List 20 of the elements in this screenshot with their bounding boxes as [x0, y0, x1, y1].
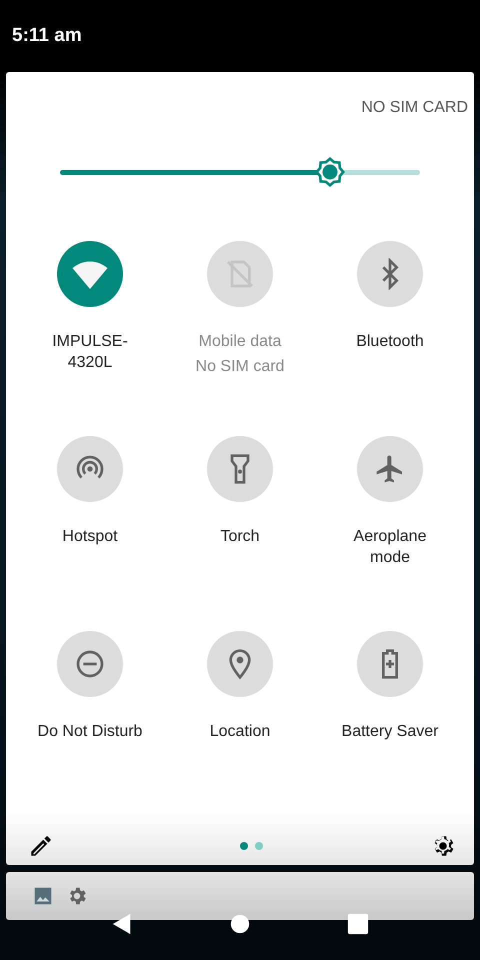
minus-circle-icon: [74, 648, 106, 680]
brightness-thumb[interactable]: [314, 156, 346, 188]
tile-label: Torch: [219, 527, 261, 547]
status-time: 5:11 am: [12, 25, 82, 47]
tile-label: Mobile data: [198, 332, 282, 352]
image-icon: [32, 885, 54, 907]
tile-label: Bluetooth: [355, 332, 425, 352]
home-icon[interactable]: [229, 912, 251, 936]
tile-label: Location: [208, 722, 272, 742]
carrier-label: NO SIM CARD: [361, 99, 468, 117]
tile-label: Battery Saver: [340, 722, 440, 742]
tile-label: Aeroplane mode: [352, 527, 428, 568]
recents-icon[interactable]: [347, 912, 369, 936]
tile-label: Hotspot: [61, 527, 119, 547]
tile-label: Do Not Disturb: [36, 722, 144, 742]
page-dot[interactable]: [254, 842, 262, 850]
back-icon[interactable]: [111, 912, 133, 936]
tile-sublabel: No SIM card: [196, 357, 284, 377]
tile-label: IMPULSE-4320L: [51, 332, 129, 373]
page-dot[interactable]: [240, 842, 248, 850]
